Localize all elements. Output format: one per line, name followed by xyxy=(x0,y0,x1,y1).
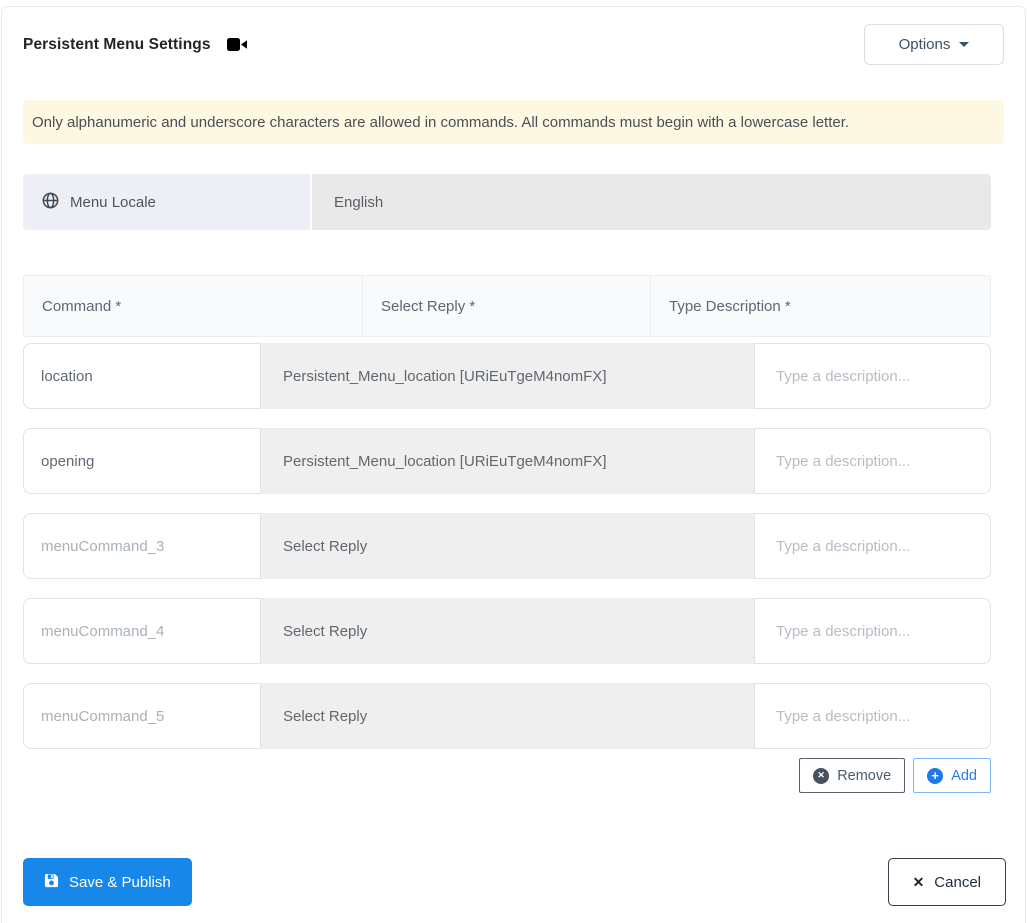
description-input-2[interactable] xyxy=(754,428,991,494)
command-input-3[interactable] xyxy=(23,513,261,579)
add-row-button[interactable]: + Add xyxy=(913,758,991,793)
column-header-type-description: Type Description * xyxy=(669,297,791,315)
command-input-1[interactable] xyxy=(23,343,261,409)
add-circle-plus-icon: + xyxy=(927,767,944,784)
options-button[interactable]: Options xyxy=(864,24,1004,65)
chevron-down-icon xyxy=(959,42,970,47)
command-row-5: Select Reply xyxy=(23,683,991,749)
row-actions: ✕ Remove + Add xyxy=(23,758,991,793)
select-reply-value-2: Persistent_Menu_location [URiEuTgeM4nomF… xyxy=(283,452,607,470)
commands-rule-alert: Only alphanumeric and underscore charact… xyxy=(23,100,1004,144)
menu-locale-value: English xyxy=(334,193,384,211)
add-button-label: Add xyxy=(951,767,977,784)
page-title: Persistent Menu Settings xyxy=(23,35,211,53)
save-publish-label: Save & Publish xyxy=(69,873,171,891)
select-reply-dropdown-2[interactable]: Persistent_Menu_location [URiEuTgeM4nomF… xyxy=(261,428,754,494)
select-reply-dropdown-4[interactable]: Select Reply xyxy=(261,598,754,664)
persistent-menu-settings-panel: Persistent Menu Settings Options Only al… xyxy=(1,6,1026,923)
globe-icon xyxy=(42,192,59,213)
remove-button-label: Remove xyxy=(837,767,892,784)
command-row-4: Select Reply xyxy=(23,598,991,664)
alert-text: Only alphanumeric and underscore charact… xyxy=(32,113,850,131)
cancel-button[interactable]: ✕ Cancel xyxy=(887,858,1006,906)
select-reply-dropdown-3[interactable]: Select Reply xyxy=(261,513,754,579)
panel-header: Persistent Menu Settings Options xyxy=(23,24,1004,65)
menu-locale-label: Menu Locale xyxy=(70,193,156,211)
description-input-4[interactable] xyxy=(754,598,991,664)
select-reply-value-4: Select Reply xyxy=(283,622,368,640)
remove-row-button[interactable]: ✕ Remove xyxy=(799,758,906,793)
menu-locale-label-cell: Menu Locale xyxy=(23,174,312,230)
column-header-select-reply: Select Reply * xyxy=(363,276,651,336)
command-row-1: Persistent_Menu_location [URiEuTgeM4nomF… xyxy=(23,343,991,409)
menu-locale-row: Menu Locale English xyxy=(23,174,991,230)
save-icon xyxy=(44,873,59,892)
remove-circle-x-icon: ✕ xyxy=(813,767,830,784)
description-input-3[interactable] xyxy=(754,513,991,579)
select-reply-dropdown-1[interactable]: Persistent_Menu_location [URiEuTgeM4nomF… xyxy=(261,343,754,409)
options-button-label: Options xyxy=(898,36,951,53)
select-reply-value-1: Persistent_Menu_location [URiEuTgeM4nomF… xyxy=(283,367,607,385)
column-header-command: Command * xyxy=(24,276,363,336)
cancel-button-label: Cancel xyxy=(934,873,981,891)
panel-footer: Save & Publish ✕ Cancel xyxy=(23,858,1006,906)
command-input-2[interactable] xyxy=(23,428,261,494)
menu-locale-select[interactable]: English xyxy=(312,174,991,230)
select-reply-value-3: Select Reply xyxy=(283,537,368,555)
command-row-2: Persistent_Menu_location [URiEuTgeM4nomF… xyxy=(23,428,991,494)
commands-table-header: Command * Select Reply * Type Descriptio… xyxy=(23,275,991,337)
command-row-3: Select Reply xyxy=(23,513,991,579)
select-reply-value-5: Select Reply xyxy=(283,707,368,725)
command-input-4[interactable] xyxy=(23,598,261,664)
select-reply-dropdown-5[interactable]: Select Reply xyxy=(261,683,754,749)
cancel-x-icon: ✕ xyxy=(912,873,925,890)
description-input-5[interactable] xyxy=(754,683,991,749)
video-camera-icon xyxy=(226,37,248,52)
description-input-1[interactable] xyxy=(754,343,991,409)
command-input-5[interactable] xyxy=(23,683,261,749)
save-publish-button[interactable]: Save & Publish xyxy=(23,858,192,906)
